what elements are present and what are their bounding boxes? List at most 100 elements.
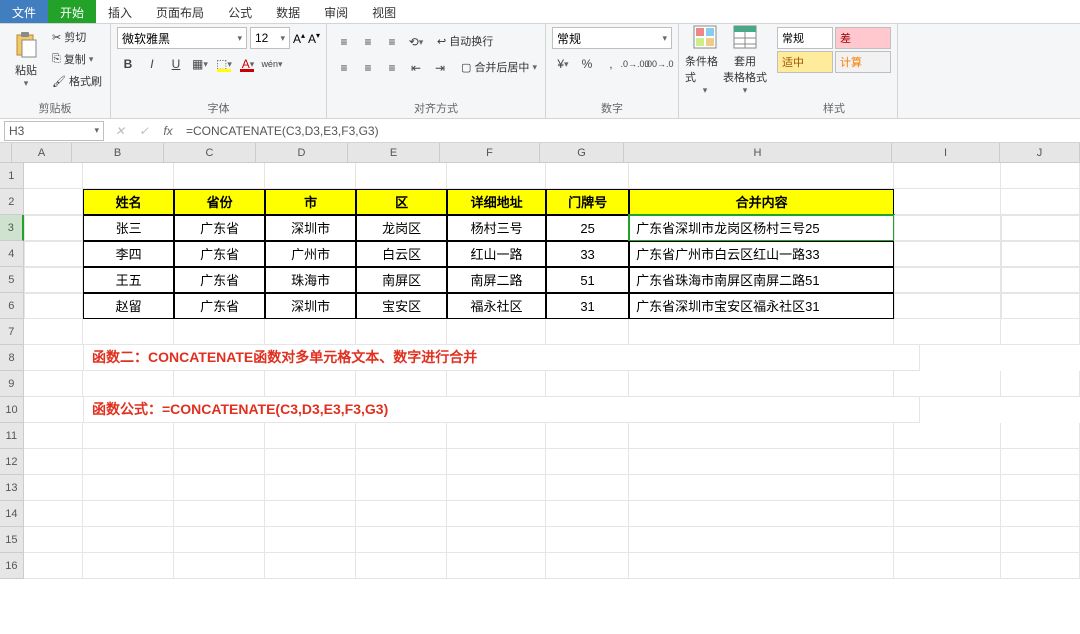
cut-button[interactable]: ✂ 剪切 (50, 27, 104, 47)
row-header-6[interactable]: 6 (0, 293, 24, 319)
cell[interactable] (546, 319, 629, 345)
cell[interactable] (629, 475, 894, 501)
italic-button[interactable]: I (141, 53, 163, 75)
font-name-select[interactable]: 微软雅黑▾ (117, 27, 247, 49)
row-header-15[interactable]: 15 (0, 527, 24, 553)
cell[interactable] (629, 371, 894, 397)
cell[interactable] (83, 527, 174, 553)
cell[interactable] (894, 501, 1001, 527)
cell[interactable] (1001, 189, 1080, 215)
header-cell-district[interactable]: 区 (356, 189, 447, 215)
cell[interactable] (894, 293, 1001, 319)
cell[interactable] (24, 345, 84, 371)
underline-button[interactable]: U (165, 53, 187, 75)
conditional-format-button[interactable]: 条件格式▾ (685, 27, 725, 93)
cell[interactable]: 广东省 (174, 293, 265, 319)
cell[interactable]: 广东省 (174, 267, 265, 293)
col-header-H[interactable]: H (624, 143, 892, 163)
align-middle-button[interactable]: ≡ (357, 31, 379, 53)
cell[interactable] (265, 163, 356, 189)
tab-insert[interactable]: 插入 (96, 0, 144, 23)
cell[interactable] (356, 423, 447, 449)
cell[interactable] (24, 215, 83, 241)
cell[interactable] (356, 163, 447, 189)
header-cell-city[interactable]: 市 (265, 189, 356, 215)
cell[interactable] (24, 163, 83, 189)
cell[interactable]: 杨村三号 (447, 215, 546, 241)
cell[interactable] (265, 553, 356, 579)
cell[interactable] (447, 553, 546, 579)
cell[interactable]: 南屏区 (356, 267, 447, 293)
select-all-corner[interactable] (0, 143, 12, 163)
cell[interactable] (629, 527, 894, 553)
cell[interactable] (24, 371, 83, 397)
cell[interactable] (24, 475, 83, 501)
col-header-E[interactable]: E (348, 143, 440, 163)
align-left-button[interactable]: ≡ (333, 57, 355, 79)
cell[interactable] (24, 397, 84, 423)
cell-H3-selected[interactable]: 广东省深圳市龙岗区杨村三号25 (629, 215, 894, 241)
cell[interactable] (83, 475, 174, 501)
row-header-1[interactable]: 1 (0, 163, 24, 189)
cell[interactable]: 广东省 (174, 215, 265, 241)
cell[interactable] (83, 501, 174, 527)
cell[interactable]: 珠海市 (265, 267, 356, 293)
align-right-button[interactable]: ≡ (381, 57, 403, 79)
cell[interactable] (83, 553, 174, 579)
tab-data[interactable]: 数据 (264, 0, 312, 23)
cell[interactable]: 王五 (83, 267, 174, 293)
cell[interactable] (447, 527, 546, 553)
col-header-D[interactable]: D (256, 143, 348, 163)
cell[interactable]: 33 (546, 241, 629, 267)
borders-button[interactable]: ▦▾ (189, 53, 211, 75)
col-header-F[interactable]: F (440, 143, 540, 163)
paste-button[interactable]: 粘贴 ▾ (6, 27, 46, 93)
cell[interactable] (1001, 371, 1080, 397)
fx-button[interactable]: fx (156, 124, 180, 138)
cell[interactable] (1001, 423, 1080, 449)
cancel-formula-button[interactable]: ✕ (108, 124, 132, 138)
cell[interactable]: 广州市 (265, 241, 356, 267)
cell[interactable] (174, 449, 265, 475)
fill-color-button[interactable]: ⬚▾ (213, 53, 235, 75)
cell[interactable] (174, 475, 265, 501)
cell[interactable] (356, 371, 447, 397)
cell-note1[interactable]: 函数二：CONCATENATE函数对多单元格文本、数字进行合并 (84, 345, 920, 371)
merge-center-button[interactable]: ▢合并后居中▾ (459, 57, 539, 77)
cell[interactable] (894, 215, 1001, 241)
cell[interactable]: 深圳市 (265, 215, 356, 241)
row-header-2[interactable]: 2 (0, 189, 24, 215)
enter-formula-button[interactable]: ✓ (132, 124, 156, 138)
header-cell-door[interactable]: 门牌号 (546, 189, 629, 215)
cell[interactable] (265, 423, 356, 449)
indent-dec-button[interactable]: ⇤ (405, 57, 427, 79)
cell[interactable] (546, 163, 629, 189)
cell[interactable] (894, 553, 1001, 579)
row-header-7[interactable]: 7 (0, 319, 24, 345)
cell[interactable] (24, 423, 83, 449)
cell[interactable] (356, 319, 447, 345)
cell[interactable] (83, 371, 174, 397)
col-header-I[interactable]: I (892, 143, 1000, 163)
cell[interactable] (447, 449, 546, 475)
cell[interactable] (174, 423, 265, 449)
row-header-4[interactable]: 4 (0, 241, 24, 267)
cell[interactable]: 福永社区 (447, 293, 546, 319)
tab-layout[interactable]: 页面布局 (144, 0, 216, 23)
cell[interactable] (546, 449, 629, 475)
cell[interactable] (1001, 553, 1080, 579)
table-format-button[interactable]: 套用 表格格式▾ (725, 27, 765, 93)
cell[interactable] (1001, 241, 1080, 267)
cell[interactable] (546, 371, 629, 397)
cell[interactable] (894, 527, 1001, 553)
wrap-text-button[interactable]: ↩自动换行 (435, 31, 495, 51)
cell[interactable] (24, 449, 83, 475)
inc-decimal-button[interactable]: .0→.00 (624, 53, 646, 75)
cell[interactable] (356, 449, 447, 475)
header-cell-address[interactable]: 详细地址 (447, 189, 546, 215)
style-bad[interactable]: 差 (835, 27, 891, 49)
cell[interactable] (83, 423, 174, 449)
cell[interactable] (174, 553, 265, 579)
cell[interactable] (447, 475, 546, 501)
header-cell-name[interactable]: 姓名 (83, 189, 174, 215)
